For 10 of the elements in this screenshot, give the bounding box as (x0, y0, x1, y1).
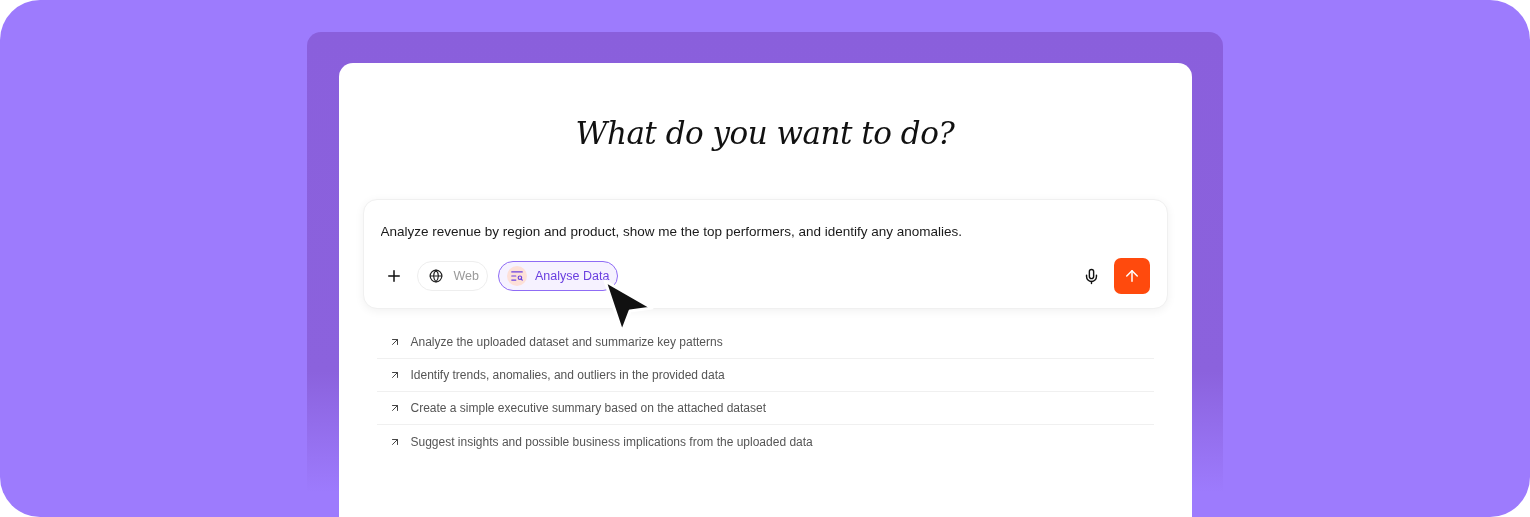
search-list-icon (510, 269, 524, 283)
suggestion-item[interactable]: Analyze the uploaded dataset and summarize key patterns (376, 326, 1154, 359)
prompt-field[interactable]: Analyze revenue by region and product, show me the top performers, and identify any anomalies. (380, 224, 1150, 239)
globe-icon (428, 269, 443, 283)
suggestion-item[interactable]: Create a simple executive summary based on the attached dataset (376, 392, 1154, 425)
page-heading: What do you want to do? (575, 115, 955, 151)
tool-chip[interactable]: Analyse Data (498, 261, 619, 291)
suggestion-item[interactable]: Suggest insights and possible business implications from the uploaded data (376, 425, 1154, 458)
send-button[interactable] (1113, 258, 1150, 294)
suggestion-item[interactable]: Identify trends, anomalies, and outliers in the provided data (376, 359, 1154, 392)
